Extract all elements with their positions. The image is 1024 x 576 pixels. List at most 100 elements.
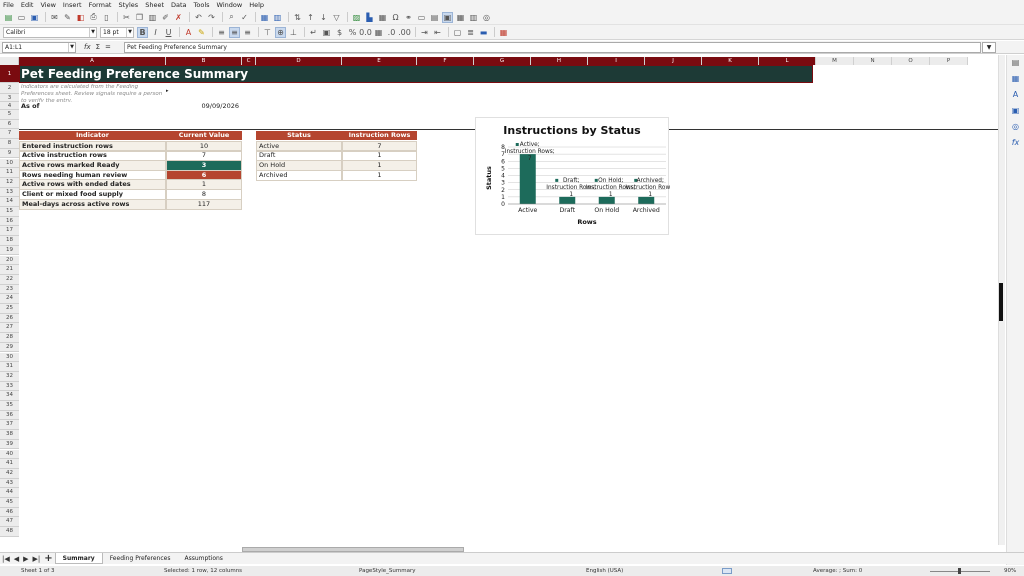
menu-item-file[interactable]: File — [3, 1, 14, 9]
tab-summary[interactable]: Summary — [54, 553, 103, 564]
note-text[interactable]: Indicators are calculated from the Feedi… — [19, 84, 165, 102]
column-icon[interactable]: ▥ — [272, 12, 283, 23]
row-header[interactable]: 18 — [0, 236, 19, 246]
instruction-rows-header[interactable]: Instruction Rows — [342, 131, 417, 140]
as-of-label[interactable]: As of — [19, 102, 165, 111]
formula-input[interactable]: Pet Feeding Preference Summary — [124, 41, 981, 53]
row-header[interactable]: 41 — [0, 459, 19, 469]
language[interactable]: English (USA) — [586, 566, 623, 576]
status-chart[interactable]: Instructions by Status 0 1 2 3 4 5 6 7 8 Active Act… — [475, 117, 675, 235]
first-sheet-icon[interactable]: |◀ — [2, 555, 10, 563]
redo-icon[interactable]: ↷ — [206, 12, 217, 23]
row-header[interactable]: 40 — [0, 449, 19, 460]
chart-icon[interactable]: ▙ — [364, 12, 375, 23]
row-header[interactable]: 14 — [0, 197, 19, 207]
wrap-text-icon[interactable]: ↵ — [308, 27, 319, 38]
underline-icon[interactable]: U — [163, 27, 174, 38]
menu-item-view[interactable]: View — [40, 1, 55, 9]
pivot-table-icon[interactable]: ▦ — [377, 12, 388, 23]
column-header-i[interactable]: I — [588, 57, 645, 65]
row-header[interactable]: 34 — [0, 391, 19, 401]
status-value[interactable]: 1 — [342, 169, 417, 181]
row-header[interactable]: 47 — [0, 517, 19, 528]
number-format-icon[interactable]: 0.0 — [359, 27, 372, 38]
sort-icon[interactable]: ⇅ — [292, 12, 303, 23]
print-preview-icon[interactable]: ▯ — [101, 12, 112, 23]
delete-decimal-icon[interactable]: .00 — [398, 27, 411, 38]
row-header[interactable]: 10 — [0, 158, 19, 169]
indicator-label[interactable]: Meal-days across active rows — [19, 198, 166, 210]
border-color-icon[interactable]: ▬ — [478, 27, 489, 38]
spelling-icon[interactable]: ✓ — [239, 12, 250, 23]
conditional-format-icon[interactable]: ▦ — [498, 27, 509, 38]
split-window-icon[interactable]: ▥ — [468, 12, 479, 23]
bold-icon[interactable]: B — [137, 26, 148, 38]
image-icon[interactable]: ▨ — [351, 12, 362, 23]
sheet-title[interactable]: Pet Feeding Preference Summary — [19, 65, 813, 83]
special-character-icon[interactable]: Ω — [390, 12, 401, 23]
font-color-icon[interactable]: A — [183, 27, 194, 38]
menu-item-tools[interactable]: Tools — [194, 1, 210, 9]
cut-icon[interactable]: ✂ — [121, 12, 132, 23]
menu-item-insert[interactable]: Insert — [63, 1, 82, 9]
column-header-b[interactable]: B — [166, 57, 242, 65]
add-decimal-icon[interactable]: .0 — [386, 27, 397, 38]
email-icon[interactable]: ✉ — [49, 12, 60, 23]
increase-indent-icon[interactable]: ⇥ — [419, 27, 430, 38]
date-format-icon[interactable]: ▦ — [373, 27, 384, 38]
status-header[interactable]: Status — [256, 131, 342, 140]
menu-icon[interactable]: ▤ — [1010, 58, 1022, 70]
column-header-k[interactable]: K — [702, 57, 759, 65]
define-print-area-icon[interactable]: ▣ — [442, 11, 453, 23]
menu-item-help[interactable]: Help — [249, 1, 264, 9]
comment-icon[interactable]: ▭ — [416, 12, 427, 23]
align-center-icon[interactable]: ≡ — [229, 26, 240, 38]
clone-formatting-icon[interactable]: ✐ — [160, 12, 171, 23]
column-header-h[interactable]: H — [531, 57, 588, 65]
row-header[interactable]: 13 — [0, 187, 19, 198]
row-header[interactable]: 35 — [0, 401, 19, 411]
row-header[interactable]: 46 — [0, 507, 19, 518]
row-header[interactable]: 3 — [0, 94, 19, 102]
vertical-scroll-thumb[interactable] — [999, 283, 1003, 321]
percent-icon[interactable]: % — [347, 27, 358, 38]
row-header[interactable]: 5 — [0, 110, 19, 120]
name-box[interactable]: A1:L1 ▼ — [2, 41, 76, 53]
previous-sheet-icon[interactable]: ◀ — [14, 555, 19, 563]
sort-descending-icon[interactable]: ↓ — [318, 12, 329, 23]
properties-icon[interactable]: ▦ — [1010, 74, 1022, 86]
zoom-level[interactable]: 90% — [1004, 566, 1016, 576]
row-header[interactable]: 45 — [0, 498, 19, 508]
column-header-e[interactable]: E — [342, 57, 417, 65]
navigator-icon[interactable]: ◎ — [1010, 122, 1022, 134]
row-header[interactable]: 32 — [0, 371, 19, 382]
row-header[interactable]: 26 — [0, 313, 19, 324]
row-header[interactable]: 27 — [0, 323, 19, 334]
italic-icon[interactable]: I — [150, 27, 161, 38]
row-header[interactable]: 38 — [0, 430, 19, 440]
as-of-value[interactable]: 09/09/2026 — [165, 102, 241, 111]
expand-formula-icon[interactable]: ▼ — [982, 41, 996, 53]
column-header-c[interactable]: C — [242, 57, 256, 65]
currency-icon[interactable]: $ — [334, 27, 345, 38]
column-header-a[interactable]: A — [19, 57, 166, 65]
column-header-p[interactable]: P — [930, 57, 968, 65]
font-size-select[interactable]: 18 pt ▼ — [100, 26, 134, 38]
freeze-rows-icon[interactable]: ▦ — [455, 12, 466, 23]
row-header[interactable]: 7 — [0, 129, 19, 140]
column-header-o[interactable]: O — [892, 57, 930, 65]
autofilter-icon[interactable]: ▽ — [331, 12, 342, 23]
row-header[interactable]: 33 — [0, 381, 19, 392]
undo-icon[interactable]: ↶ — [193, 12, 204, 23]
copy-icon[interactable]: ❐ — [134, 12, 145, 23]
hyperlink-icon[interactable]: ⚭ — [403, 12, 414, 23]
next-sheet-icon[interactable]: ▶ — [23, 555, 28, 563]
open-icon[interactable]: ▭ — [16, 12, 27, 23]
highlight-icon[interactable]: ✎ — [196, 27, 207, 38]
row-header[interactable]: 31 — [0, 362, 19, 372]
cells-area[interactable]: Pet Feeding Preference Summary Indicator… — [19, 65, 998, 545]
align-left-icon[interactable]: ≡ — [216, 27, 227, 38]
selection-mode-icon[interactable] — [722, 568, 732, 574]
column-header-n[interactable]: N — [854, 57, 892, 65]
column-header-l[interactable]: L — [759, 57, 816, 65]
